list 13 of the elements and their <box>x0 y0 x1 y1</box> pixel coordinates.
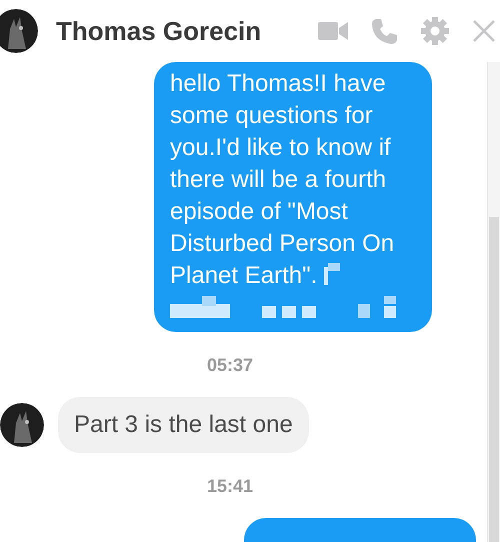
settings-icon[interactable] <box>420 16 450 46</box>
scrollbar-thumb[interactable] <box>489 217 499 542</box>
close-icon[interactable] <box>472 19 496 43</box>
timestamp: 15:41 <box>206 475 254 498</box>
timestamp: 05:37 <box>206 354 254 377</box>
received-message-bubble: Part 3 is the last one <box>58 397 309 453</box>
phone-icon[interactable] <box>370 17 398 45</box>
scrollbar[interactable] <box>487 62 500 542</box>
contact-name: Thomas Gorecin <box>56 14 262 48</box>
avatar <box>0 9 38 53</box>
video-call-icon[interactable] <box>318 20 348 42</box>
avatar <box>0 403 44 447</box>
sent-message-bubble: hello Thomas!I have some questions for you.I'd like to know if there will be a fourth episode of "Most Disturbed Person On Planet Earth". <box>154 62 432 332</box>
